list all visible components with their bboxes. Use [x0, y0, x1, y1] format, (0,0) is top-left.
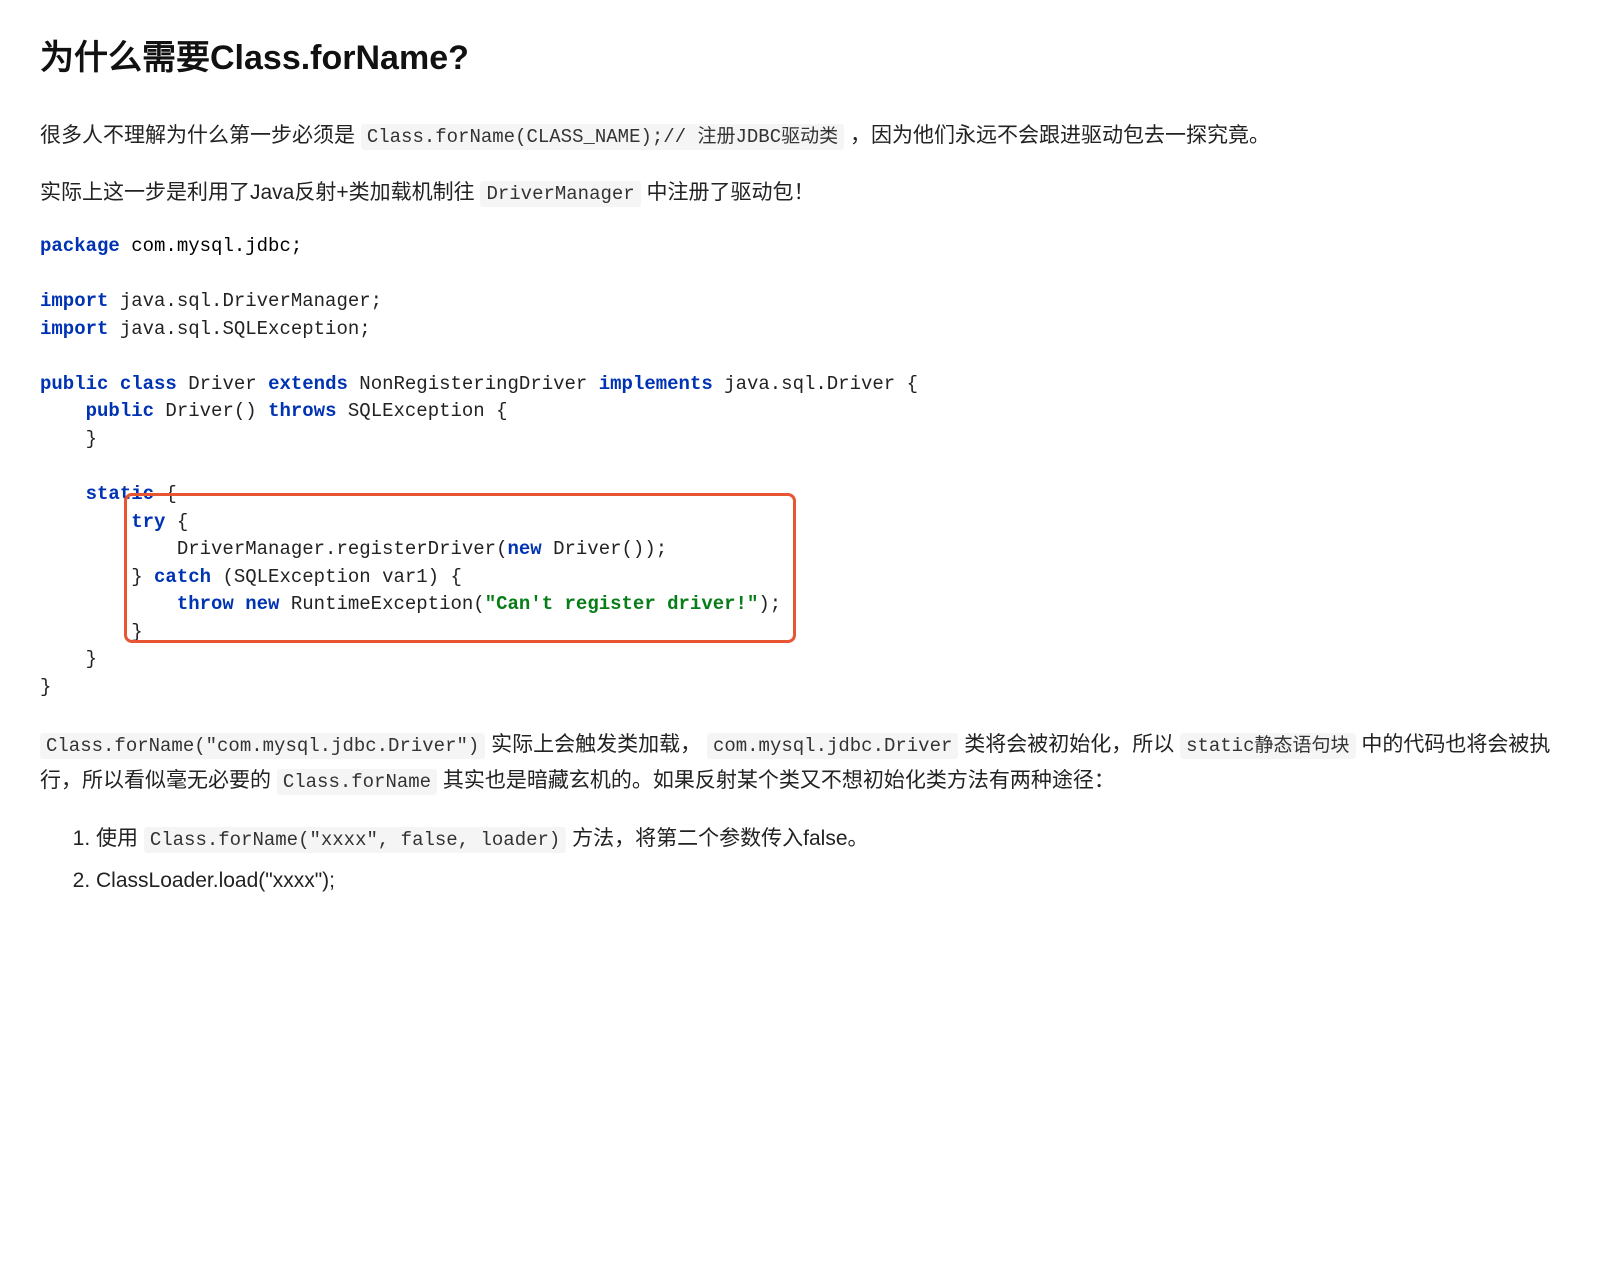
- code-text: java.sql.SQLException;: [108, 318, 370, 340]
- inline-code: DriverManager: [480, 181, 640, 207]
- paragraph-3: Class.forName("com.mysql.jdbc.Driver") 实…: [40, 727, 1584, 798]
- keyword: class: [120, 373, 177, 395]
- keyword: import: [40, 290, 108, 312]
- code-text: NonRegisteringDriver: [348, 373, 599, 395]
- section-heading: 为什么需要Class.forName?: [40, 30, 1584, 88]
- code-text: java.sql.Driver {: [713, 373, 918, 395]
- inline-code: Class.forName: [277, 769, 437, 795]
- text: 方法，将第二个参数传入false。: [566, 827, 868, 850]
- keyword: throws: [268, 400, 336, 422]
- inline-code: Class.forName("com.mysql.jdbc.Driver"): [40, 733, 485, 759]
- keyword: package: [40, 235, 120, 257]
- keyword: extends: [268, 373, 348, 395]
- inline-code: com.mysql.jdbc.Driver: [707, 733, 958, 759]
- text: 实际上会触发类加载，: [485, 733, 707, 756]
- keyword: public: [40, 373, 108, 395]
- code-text: }: [40, 428, 97, 450]
- code-text: }: [40, 676, 51, 698]
- text: 中注册了驱动包！: [641, 181, 815, 204]
- list-item: ClassLoader.load("xxxx");: [96, 863, 1584, 899]
- text: 实际上这一步是利用了Java反射+类加载机制往: [40, 181, 480, 204]
- text: ，因为他们永远不会跟进驱动包去一探究竟。: [844, 124, 1270, 147]
- text: 使用: [96, 827, 144, 850]
- list-item: 使用 Class.forName("xxxx", false, loader) …: [96, 821, 1584, 857]
- inline-code: static静态语句块: [1180, 733, 1355, 759]
- code-text: SQLException {: [336, 400, 507, 422]
- inline-code: Class.forName("xxxx", false, loader): [144, 827, 566, 853]
- paragraph-2: 实际上这一步是利用了Java反射+类加载机制往 DriverManager 中注…: [40, 175, 1584, 211]
- inline-code: Class.forName(CLASS_NAME);// 注册JDBC驱动类: [361, 124, 844, 150]
- text: ClassLoader.load("xxxx");: [96, 869, 335, 892]
- code-text: Driver(): [154, 400, 268, 422]
- paragraph-1: 很多人不理解为什么第一步必须是 Class.forName(CLASS_NAME…: [40, 118, 1584, 154]
- text: 很多人不理解为什么第一步必须是: [40, 124, 361, 147]
- keyword: import: [40, 318, 108, 340]
- code-text: com.mysql.jdbc;: [120, 235, 302, 257]
- keyword: implements: [599, 373, 713, 395]
- text: 类将会被初始化，所以: [958, 733, 1180, 756]
- highlight-box-static-block: [124, 493, 796, 643]
- options-list: 使用 Class.forName("xxxx", false, loader) …: [40, 821, 1584, 898]
- text: 其实也是暗藏玄机的。如果反射某个类又不想初始化类方法有两种途径：: [437, 769, 1115, 792]
- keyword: public: [86, 400, 154, 422]
- code-text: java.sql.DriverManager;: [108, 290, 382, 312]
- code-text: }: [40, 648, 97, 670]
- code-block-java-driver: package com.mysql.jdbc; import java.sql.…: [40, 233, 1584, 701]
- code-text: Driver: [177, 373, 268, 395]
